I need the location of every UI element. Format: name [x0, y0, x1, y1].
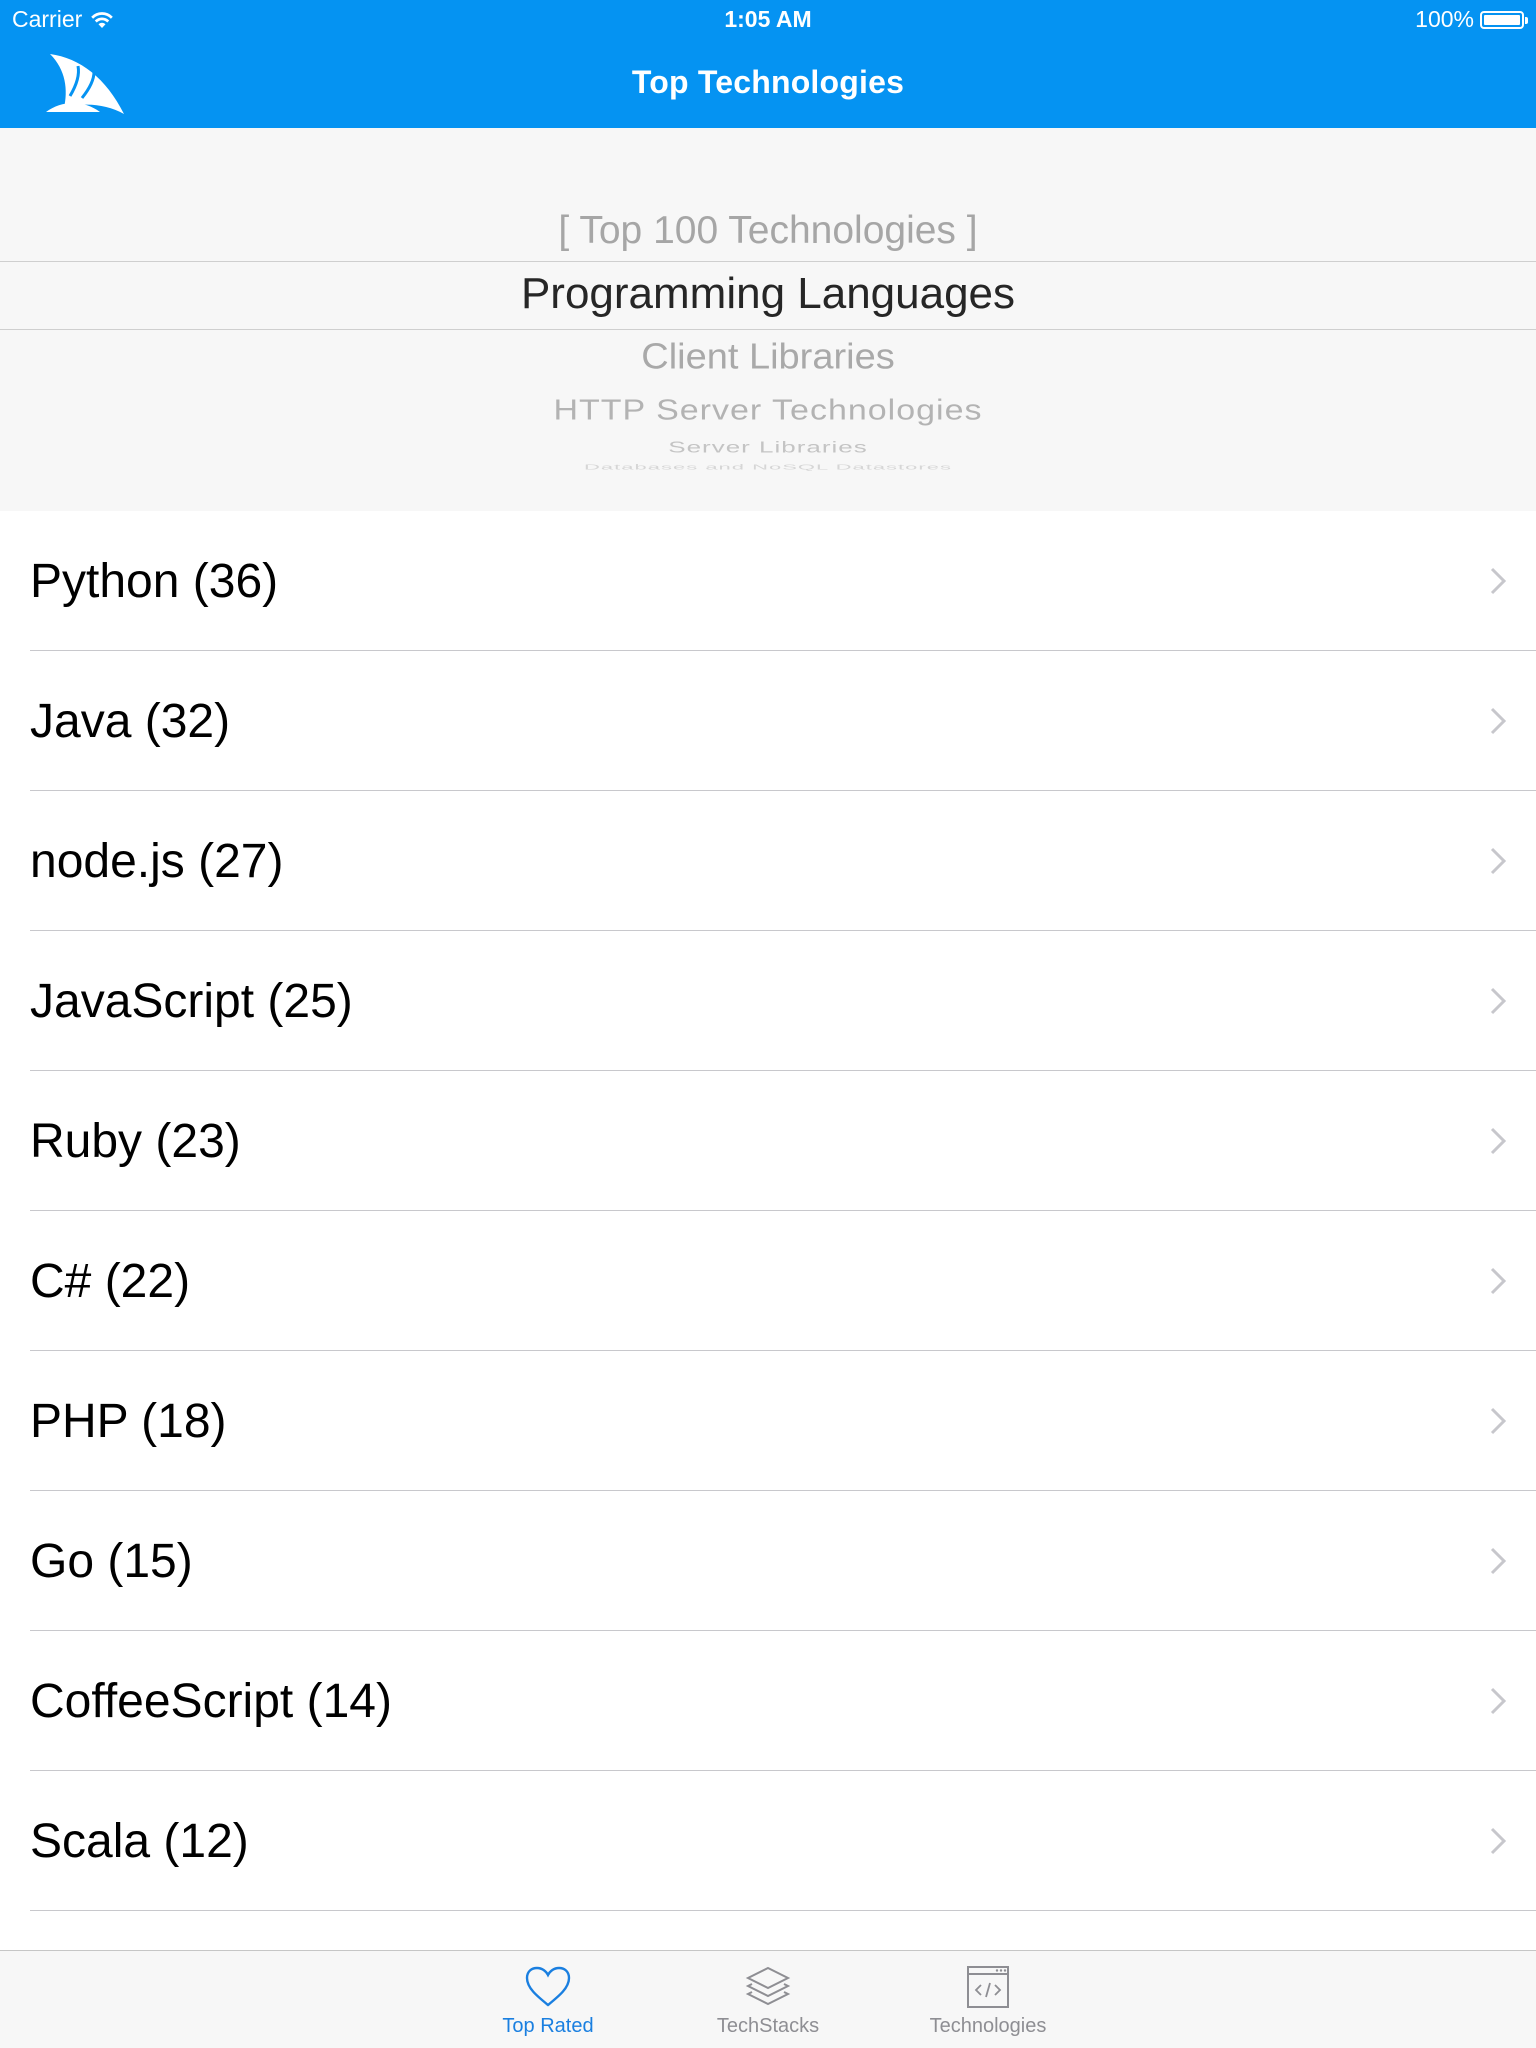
list-item-label: Ruby (23) — [30, 1114, 241, 1168]
heart-icon — [525, 1966, 571, 2007]
chevron-right-icon — [1490, 1071, 1506, 1211]
app-screen: Carrier 1:05 AM 100% Top Technologies [ … — [0, 0, 1536, 2048]
status-battery: 100% — [1415, 6, 1528, 33]
chevron-right-icon — [1490, 931, 1506, 1071]
tab-label: Top Rated — [502, 2015, 594, 2037]
chevron-right-icon — [1490, 1771, 1506, 1911]
tab-top-rated[interactable]: Top Rated — [468, 1951, 628, 2048]
chevron-right-icon — [1490, 1491, 1506, 1631]
picker-option[interactable]: Server Libraries — [0, 438, 1536, 457]
list-item[interactable]: Python (36) — [0, 511, 1536, 651]
picker-option-selected[interactable]: Programming Languages — [0, 269, 1536, 319]
list-item[interactable]: CoffeeScript (14) — [0, 1631, 1536, 1771]
list-item[interactable]: JavaScript (25) — [0, 931, 1536, 1071]
tab-label: TechStacks — [716, 2015, 820, 2037]
list-item[interactable]: PHP (18) — [0, 1351, 1536, 1491]
list-item[interactable]: C# (22) — [0, 1211, 1536, 1351]
battery-icon — [1480, 10, 1528, 29]
list-item[interactable]: node.js (27) — [0, 791, 1536, 931]
list-item-label: node.js (27) — [30, 834, 284, 888]
picker-option[interactable]: Databases and NoSQL Datastores — [0, 462, 1536, 471]
list-item-label: C# (22) — [30, 1254, 191, 1308]
chevron-right-icon — [1490, 651, 1506, 791]
picker-option[interactable]: Client Libraries — [0, 337, 1536, 378]
tab-bar: Top Rated TechStacks Technologies — [0, 1950, 1536, 2048]
battery-percent: 100% — [1415, 6, 1474, 32]
page-title: Top Technologies — [631, 64, 905, 100]
list-item-label: Go (15) — [30, 1534, 193, 1588]
list-item[interactable]: Scala (12) — [0, 1771, 1536, 1911]
navigation-bar: Carrier 1:05 AM 100% Top Technologies — [0, 0, 1536, 128]
layers-icon — [745, 1966, 791, 2006]
picker-option[interactable]: HTTP Server Technologies — [0, 394, 1536, 427]
tab-label: Technologies — [929, 2015, 1047, 2037]
category-picker[interactable]: [ Top 100 Technologies ] Programming Lan… — [0, 128, 1536, 511]
picker-selection-bottom-line — [0, 329, 1536, 330]
chevron-right-icon — [1490, 1631, 1506, 1771]
list-item-label: CoffeeScript (14) — [30, 1674, 392, 1728]
picker-selection-top-line — [0, 261, 1536, 262]
list-item-label: PHP (18) — [30, 1394, 227, 1448]
tab-techstacks[interactable]: TechStacks — [688, 1951, 848, 2048]
code-window-icon — [967, 1966, 1009, 2008]
status-time: 1:05 AM — [724, 6, 812, 32]
chevron-right-icon — [1490, 511, 1506, 651]
list-item[interactable]: Java (32) — [0, 651, 1536, 791]
list-item[interactable]: Ruby (23) — [0, 1071, 1536, 1211]
list-item-label: Java (32) — [30, 694, 231, 748]
list-item-label: Python (36) — [30, 554, 279, 608]
chevron-right-icon — [1490, 1351, 1506, 1491]
list-item-label: JavaScript (25) — [30, 974, 353, 1028]
chevron-right-icon — [1490, 791, 1506, 931]
row-divider — [30, 1910, 1536, 1911]
picker-option[interactable]: [ Top 100 Technologies ] — [0, 209, 1536, 253]
list-item[interactable]: Go (15) — [0, 1491, 1536, 1631]
tab-technologies[interactable]: Technologies — [908, 1951, 1068, 2048]
list-item-label: Scala (12) — [30, 1814, 249, 1868]
chevron-right-icon — [1490, 1211, 1506, 1351]
technology-list: Python (36) Java (32) node.js (27) JavaS… — [0, 511, 1536, 1911]
